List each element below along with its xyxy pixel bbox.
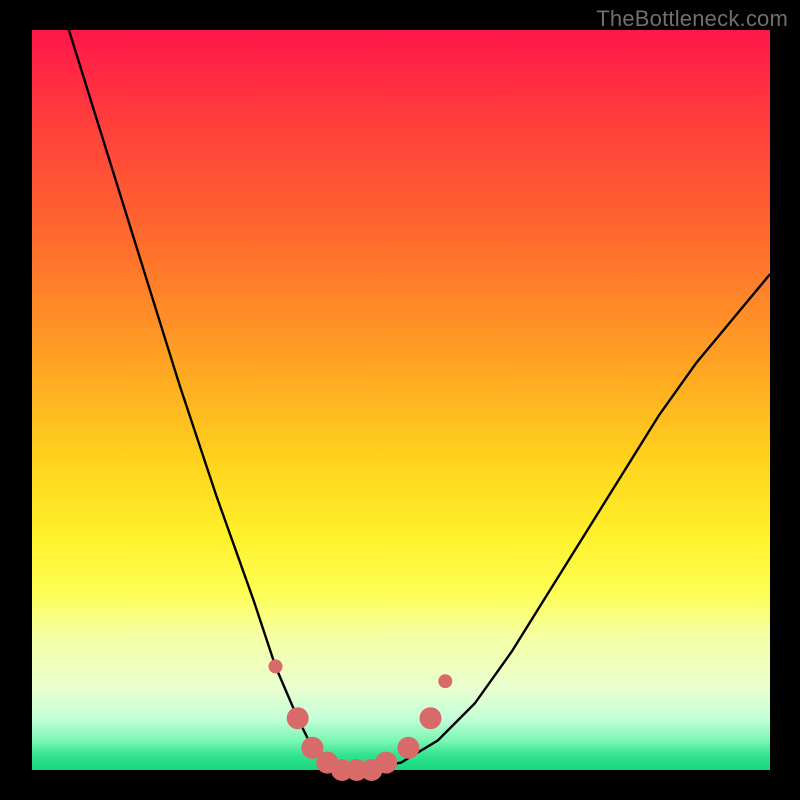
curve-marker bbox=[269, 659, 283, 673]
watermark-text: TheBottleneck.com bbox=[596, 6, 788, 32]
curve-marker bbox=[438, 674, 452, 688]
curve-marker bbox=[375, 752, 397, 774]
curve-marker bbox=[287, 707, 309, 729]
chart-frame: TheBottleneck.com bbox=[0, 0, 800, 800]
curve-svg bbox=[32, 30, 770, 770]
curve-marker bbox=[397, 737, 419, 759]
bottleneck-curve-path bbox=[69, 30, 770, 770]
curve-markers bbox=[269, 659, 453, 781]
plot-area bbox=[32, 30, 770, 770]
curve-marker bbox=[420, 707, 442, 729]
